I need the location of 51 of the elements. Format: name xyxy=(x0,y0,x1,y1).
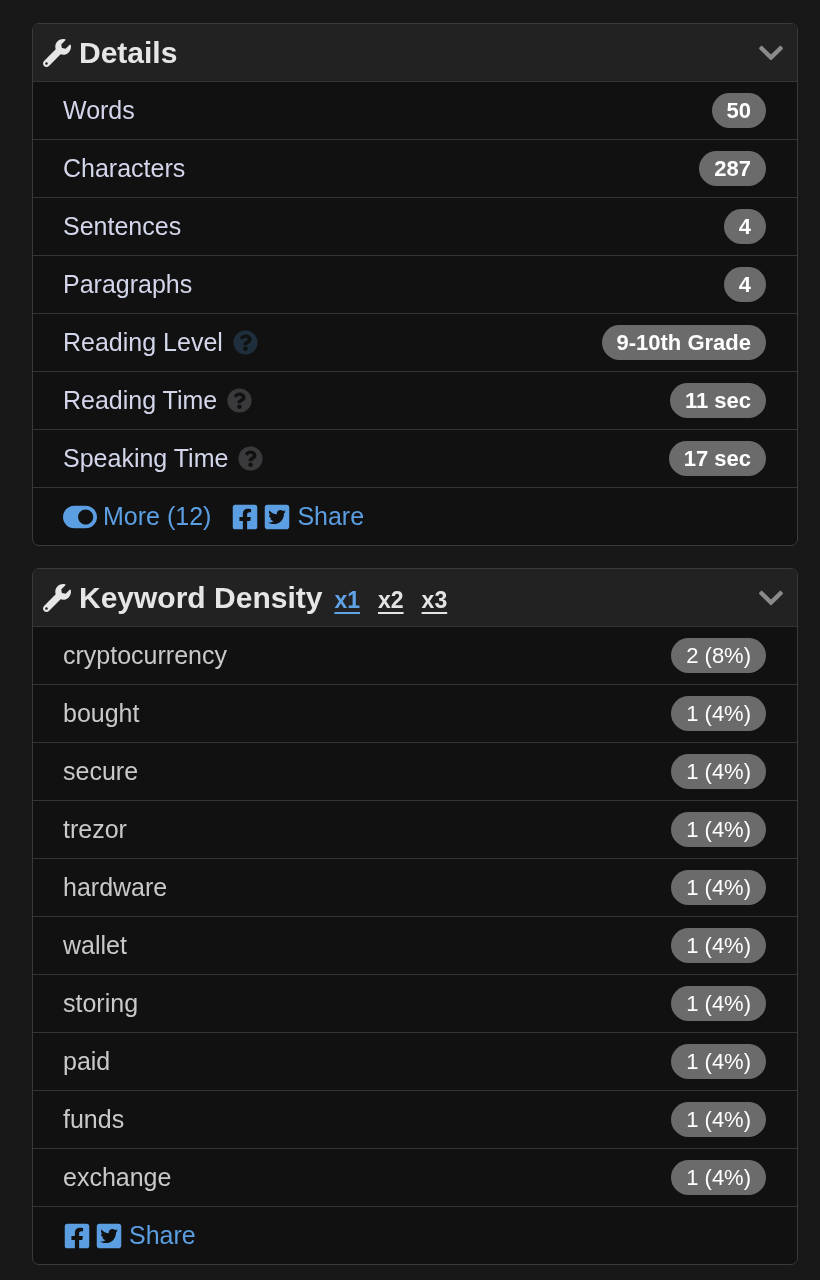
ngram-tab[interactable]: x1 xyxy=(334,587,360,614)
keyword-label: exchange xyxy=(63,1163,172,1192)
stat-value: 17 sec xyxy=(668,441,766,476)
keyword-count: 1 (4%) xyxy=(671,812,766,847)
keyword-count: 1 (4%) xyxy=(671,1044,766,1079)
facebook-icon xyxy=(231,502,260,531)
keyword-label: wallet xyxy=(63,931,127,960)
keyword-count: 1 (4%) xyxy=(671,870,766,905)
keyword-label: funds xyxy=(63,1105,125,1134)
wrench-icon xyxy=(43,38,71,67)
stat-value: 11 sec xyxy=(669,383,766,418)
facebook-icon xyxy=(63,1221,91,1250)
share-link[interactable]: Share xyxy=(231,502,365,531)
stat-label: Words xyxy=(63,96,135,125)
keyword-label: bought xyxy=(63,699,140,728)
stat-label: Speaking Time xyxy=(63,444,229,473)
stat-label: Reading Level xyxy=(63,328,223,357)
keyword-count: 1 (4%) xyxy=(671,1102,766,1137)
stat-value: 50 xyxy=(711,93,766,128)
help-icon[interactable] xyxy=(232,330,258,355)
stat-value: 9-10th Grade xyxy=(601,325,766,360)
stat-value: 287 xyxy=(699,151,766,186)
keyword-label: hardware xyxy=(63,873,168,902)
more-link[interactable]: More (12) xyxy=(63,499,212,534)
keyword-label: secure xyxy=(63,757,139,786)
stat-value: 4 xyxy=(723,267,766,302)
keyword-count: 1 (4%) xyxy=(671,986,766,1021)
keyword-count: 2 (8%) xyxy=(671,638,766,673)
twitter-icon xyxy=(263,502,292,531)
keyword-label: paid xyxy=(63,1047,111,1076)
keyword-label: trezor xyxy=(63,815,127,844)
keyword-count: 1 (4%) xyxy=(671,1160,766,1195)
share-link[interactable]: Share xyxy=(63,1221,196,1250)
panel-title: Keyword Density xyxy=(79,580,323,615)
stat-value: 4 xyxy=(723,209,766,244)
stat-label: Sentences xyxy=(63,212,182,241)
keyword-label: storing xyxy=(63,989,139,1018)
help-icon[interactable] xyxy=(238,446,264,471)
stat-label: Characters xyxy=(63,154,186,183)
twitter-icon xyxy=(95,1221,123,1250)
stat-label: Paragraphs xyxy=(63,270,193,299)
keyword-count: 1 (4%) xyxy=(671,754,766,789)
keyword-label: cryptocurrency xyxy=(63,641,227,670)
keyword-count: 1 (4%) xyxy=(671,928,766,963)
ngram-tab[interactable]: x2 xyxy=(378,587,404,614)
help-icon[interactable] xyxy=(227,388,253,413)
panel-title: Details xyxy=(79,35,178,70)
keyword-count: 1 (4%) xyxy=(671,696,766,731)
wrench-icon xyxy=(43,583,71,612)
stat-label: Reading Time xyxy=(63,386,218,415)
ngram-tab[interactable]: x3 xyxy=(421,587,448,614)
